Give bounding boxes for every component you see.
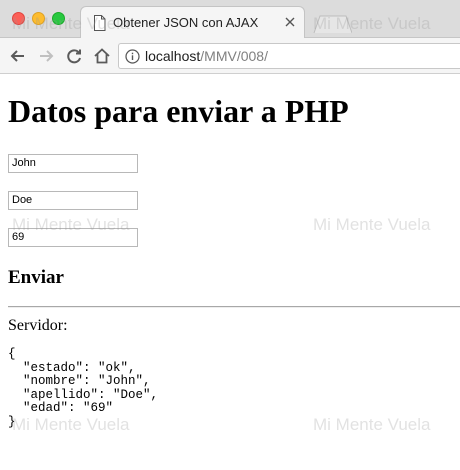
- maximize-window-button[interactable]: [52, 12, 65, 25]
- new-tab-button[interactable]: [312, 14, 352, 34]
- tab-strip: Obtener JSON con AJAX: [0, 0, 460, 38]
- server-response: { "estado": "ok", "nombre": "John", "ape…: [8, 347, 159, 429]
- first-name-input[interactable]: John: [8, 154, 138, 173]
- tab-title: Obtener JSON con AJAX: [113, 15, 259, 30]
- info-icon[interactable]: [125, 49, 140, 64]
- page-icon: [94, 15, 106, 31]
- url-path: /MMV/008/: [200, 48, 268, 64]
- last-name-input[interactable]: Doe: [8, 191, 138, 210]
- back-arrow-icon[interactable]: [8, 46, 28, 66]
- page-content: Datos para enviar a PHP John Doe 69 Envi…: [0, 75, 460, 470]
- minimize-window-button[interactable]: [32, 12, 45, 25]
- server-label: Servidor:: [8, 317, 68, 334]
- close-tab-icon[interactable]: [284, 16, 296, 28]
- tab-active[interactable]: Obtener JSON con AJAX: [80, 6, 305, 38]
- forward-arrow-icon[interactable]: [36, 46, 56, 66]
- browser-toolbar: localhost/MMV/008/: [0, 38, 460, 74]
- reload-icon[interactable]: [64, 46, 84, 66]
- send-button[interactable]: Enviar: [8, 267, 64, 289]
- page-title: Datos para enviar a PHP: [8, 93, 349, 129]
- age-input[interactable]: 69: [8, 228, 138, 247]
- url-host: localhost: [145, 48, 201, 64]
- address-bar[interactable]: localhost/MMV/008/: [118, 43, 460, 69]
- close-window-button[interactable]: [12, 12, 25, 25]
- home-icon[interactable]: [92, 46, 112, 66]
- url-text[interactable]: localhost/MMV/008/: [145, 48, 268, 64]
- divider: [8, 306, 460, 308]
